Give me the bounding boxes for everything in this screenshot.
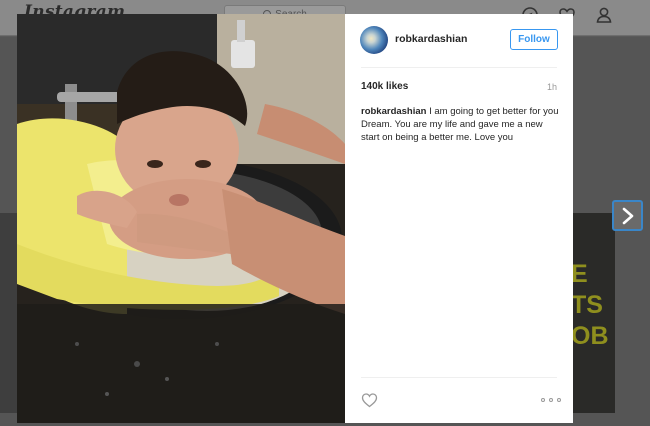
dot [541,398,545,402]
post-caption: robkardashian I am going to get better f… [361,105,559,144]
caption-username[interactable]: robkardashian [361,106,426,117]
tile-text-line: E [573,260,588,288]
like-heart-icon[interactable] [361,392,378,408]
background-tile-left [0,213,17,413]
post-header: robkardashian Follow [345,14,573,67]
dot [549,398,553,402]
post-timestamp[interactable]: 1h [547,82,557,92]
follow-button[interactable]: Follow [510,29,558,50]
post-side-panel: robkardashian Follow 140k likes 1h robka… [345,14,573,423]
next-post-button[interactable] [612,200,643,231]
baby-bath-photo [17,14,345,423]
avatar[interactable] [360,26,388,54]
tile-text-line: OB [573,322,609,350]
more-options-icon[interactable] [541,398,561,404]
post-modal: robkardashian Follow 140k likes 1h robka… [17,14,573,423]
background-tile-right: E TS OB [573,213,615,413]
divider [361,67,557,68]
dot [557,398,561,402]
chevron-right-icon [622,207,633,224]
post-username[interactable]: robkardashian [395,33,467,45]
divider [361,377,557,378]
profile-icon[interactable] [595,6,613,24]
likes-count[interactable]: 140k likes [361,81,408,92]
tile-text-line: TS [573,291,603,319]
post-photo[interactable] [17,14,345,423]
